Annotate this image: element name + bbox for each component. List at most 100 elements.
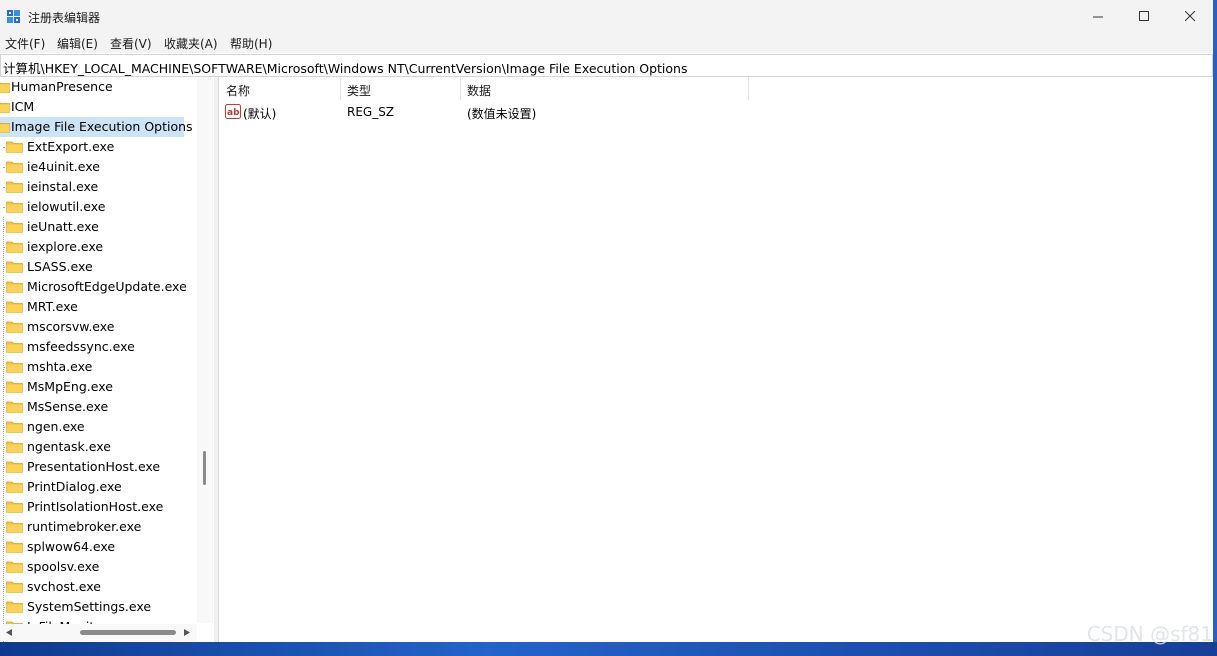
tree-item-label: ICM — [11, 99, 35, 114]
values-list-pane[interactable]: 名称 类型 数据 ab (默认) REG_SZ (数值未设置) — [218, 77, 1213, 642]
menu-favorites[interactable]: 收藏夹(A) — [164, 35, 218, 52]
tree-item-label: ngen.exe — [27, 419, 85, 434]
folder-icon — [6, 241, 23, 253]
menu-help[interactable]: 帮助(H) — [230, 35, 272, 52]
folder-icon — [6, 161, 23, 173]
folder-icon — [6, 141, 23, 153]
tree-item[interactable]: MsMpEng.exe — [0, 377, 195, 397]
tree-item-label: SystemSettings.exe — [27, 599, 152, 614]
tree-item[interactable]: spoolsv.exe — [0, 557, 195, 577]
folder-icon — [6, 181, 23, 193]
tree-item[interactable]: ieinstal.exe — [0, 177, 195, 197]
tree-item-label: MsSense.exe — [27, 399, 109, 414]
tree-item-label: splwow64.exe — [27, 539, 116, 554]
tree-item[interactable]: Image File Execution Options — [0, 117, 193, 137]
menu-view[interactable]: 查看(V) — [110, 35, 152, 52]
folder-icon — [6, 421, 23, 433]
tree-item-label: PresentationHost.exe — [27, 459, 161, 474]
string-value-icon: ab — [225, 104, 241, 119]
folder-icon — [6, 221, 23, 233]
tree-item[interactable]: ie4uinit.exe — [0, 157, 195, 177]
folder-icon — [6, 461, 23, 473]
tree-item-label: ie4uinit.exe — [27, 159, 100, 174]
tree-item[interactable]: PrintIsolationHost.exe — [0, 497, 195, 517]
folder-icon — [6, 321, 23, 333]
folder-icon — [6, 361, 23, 373]
tree-item-label: svchost.exe — [27, 579, 101, 594]
tree-vertical-scrollbar[interactable] — [197, 77, 213, 623]
tree-item-label: Image File Execution Options — [11, 119, 193, 134]
column-header-type-label: 类型 — [347, 84, 372, 98]
address-bar[interactable]: 计算机\HKEY_LOCAL_MACHINE\SOFTWARE\Microsof… — [0, 54, 1213, 77]
tree-item[interactable]: svchost.exe — [0, 577, 195, 597]
tree-item[interactable]: mshta.exe — [0, 357, 195, 377]
tree-item[interactable]: splwow64.exe — [0, 537, 195, 557]
tree-item[interactable]: mscorsvw.exe — [0, 317, 195, 337]
tree-item-label: spoolsv.exe — [27, 559, 100, 574]
tree-item[interactable]: LSASS.exe — [0, 257, 195, 277]
scroll-left-arrow-icon[interactable] — [6, 629, 12, 636]
key-tree-pane[interactable]: HumanPresence ICM Image File Execution Opt… — [0, 77, 214, 642]
tree-item[interactable]: ieUnatt.exe — [0, 217, 195, 237]
maximize-button[interactable] — [1121, 0, 1167, 33]
tree-vertical-scroll-thumb[interactable] — [203, 451, 206, 485]
tree-horizontal-scroll-thumb[interactable] — [80, 630, 176, 635]
tree-item[interactable]: runtimebroker.exe — [0, 517, 195, 537]
value-data: (数值未设置) — [467, 107, 537, 121]
tree-item-label: PrintIsolationHost.exe — [27, 499, 164, 514]
tree-item[interactable]: SystemSettings.exe — [0, 597, 195, 617]
tree-item-label: ExtExport.exe — [27, 139, 115, 154]
tree-item[interactable]: PresentationHost.exe — [0, 457, 195, 477]
folder-icon — [6, 441, 23, 453]
tree-item[interactable]: iexplore.exe — [0, 237, 195, 257]
maximize-icon — [1139, 11, 1149, 21]
folder-icon — [6, 541, 23, 553]
column-header-type[interactable]: 类型 — [340, 77, 461, 100]
tree-item[interactable]: ICM — [0, 97, 190, 117]
title-bar[interactable]: 注册表编辑器 — [0, 0, 1213, 33]
tree-horizontal-scrollbar[interactable] — [0, 624, 197, 641]
tree-item-label: MicrosoftEdgeUpdate.exe — [27, 279, 187, 294]
close-button[interactable] — [1167, 0, 1213, 33]
value-row[interactable]: ab (默认) REG_SZ (数值未设置) — [219, 101, 1213, 123]
folder-icon — [6, 261, 23, 273]
tree-item[interactable]: MsSense.exe — [0, 397, 195, 417]
value-name: (默认) — [243, 107, 277, 121]
tree-item[interactable]: ExtExport.exe — [0, 137, 195, 157]
minimize-button[interactable] — [1075, 0, 1121, 33]
address-path[interactable]: 计算机\HKEY_LOCAL_MACHINE\SOFTWARE\Microsof… — [3, 58, 687, 77]
folder-icon — [0, 122, 10, 133]
window-title: 注册表编辑器 — [28, 11, 101, 25]
tree-item-label: iexplore.exe — [27, 239, 104, 254]
tree-item-label: runtimebroker.exe — [27, 519, 142, 534]
tree-item[interactable]: ielowutil.exe — [0, 197, 195, 217]
tree-item[interactable]: PrintDialog.exe — [0, 477, 195, 497]
column-header-name[interactable]: 名称 — [219, 77, 341, 100]
folder-icon — [0, 82, 10, 93]
tree-item[interactable]: ngen.exe — [0, 417, 195, 437]
registry-editor-icon — [7, 10, 20, 23]
scroll-right-arrow-icon[interactable] — [184, 629, 190, 636]
tree-item[interactable]: MicrosoftEdgeUpdate.exe — [0, 277, 195, 297]
folder-icon — [6, 381, 23, 393]
menu-file[interactable]: 文件(F) — [5, 35, 45, 52]
tree-item-label: PrintDialog.exe — [27, 479, 122, 494]
folder-icon — [0, 102, 10, 113]
folder-icon — [6, 481, 23, 493]
tree-item-label: mscorsvw.exe — [27, 319, 115, 334]
folder-icon — [6, 201, 23, 213]
tree-item[interactable]: HumanPresence — [0, 77, 190, 97]
menu-edit[interactable]: 编辑(E) — [57, 35, 98, 52]
watermark: CSDN @sf81 — [1086, 622, 1213, 646]
folder-icon — [6, 561, 23, 573]
folder-icon — [6, 301, 23, 313]
tree-item-label: msfeedssync.exe — [27, 339, 135, 354]
column-header-data[interactable]: 数据 — [460, 77, 749, 100]
desktop-wallpaper — [0, 642, 1217, 656]
svg-text:ab: ab — [227, 108, 240, 118]
tree-item[interactable]: ngentask.exe — [0, 437, 195, 457]
folder-icon — [6, 501, 23, 513]
tree-item[interactable]: MRT.exe — [0, 297, 195, 317]
tree-item-label: ielowutil.exe — [27, 199, 106, 214]
tree-item[interactable]: msfeedssync.exe — [0, 337, 195, 357]
